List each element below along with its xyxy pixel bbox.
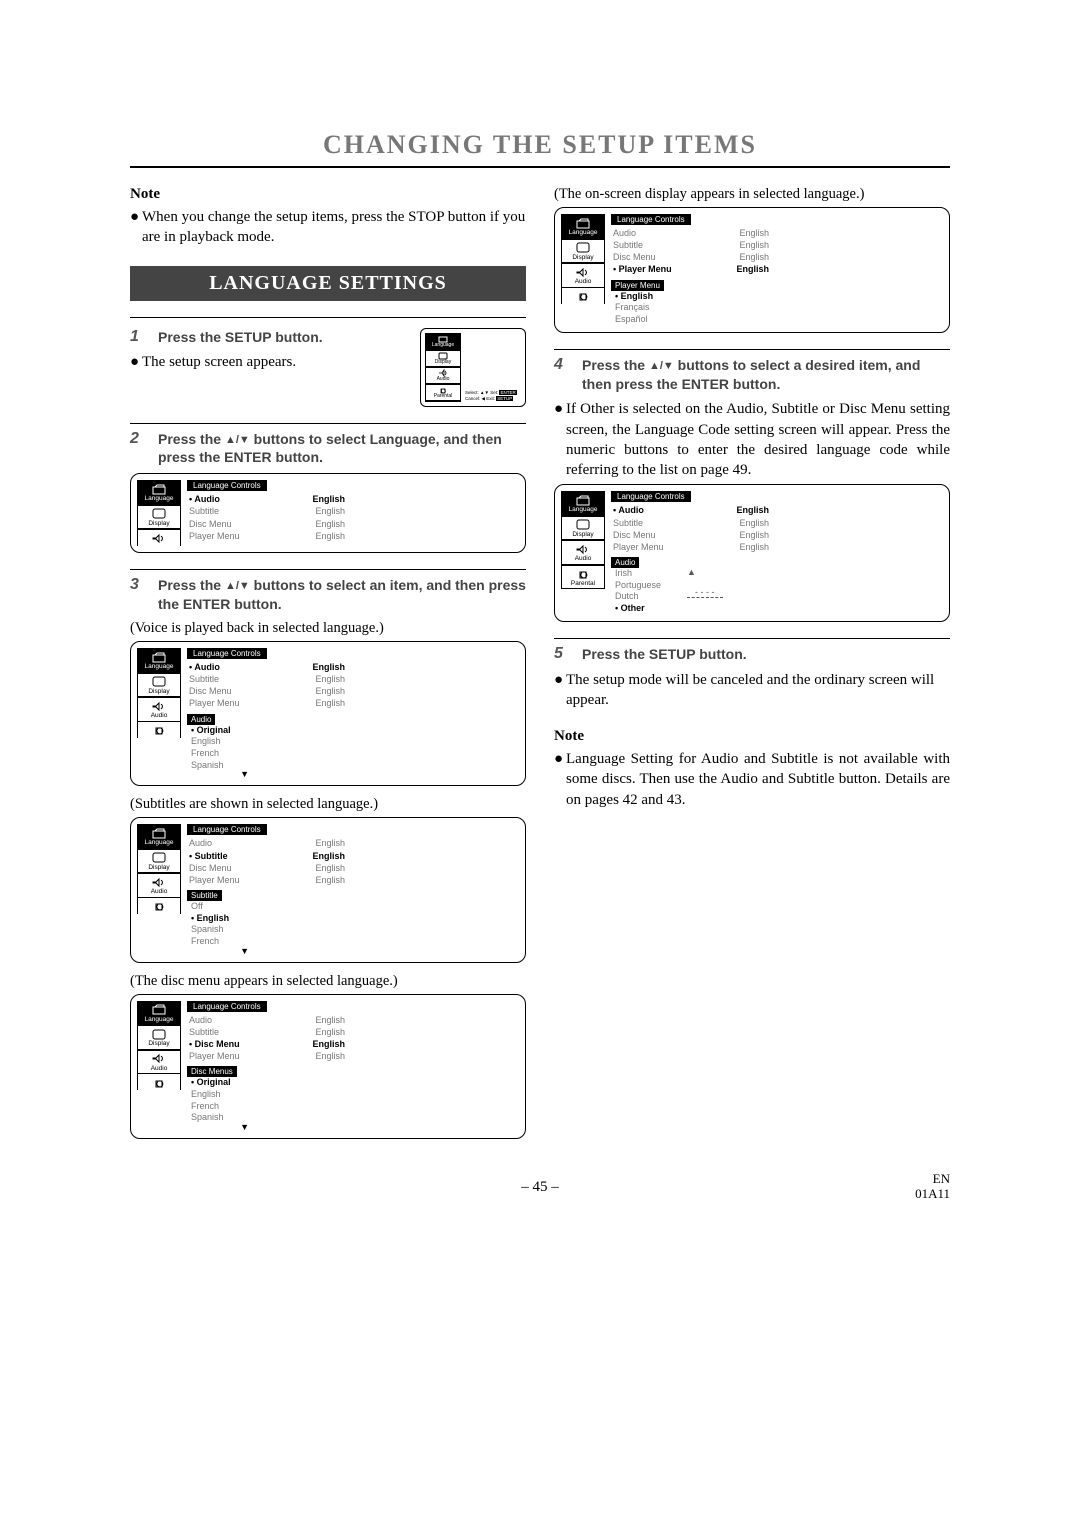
- appears-text: The setup screen appears.: [142, 352, 410, 372]
- step-1: 1 Press the SETUP button.: [130, 328, 410, 347]
- step-4: 4 Press the ▲/▼ buttons to select a desi…: [554, 356, 950, 394]
- osd-language-basic: Language Display Language Controls • Aud…: [130, 473, 526, 553]
- osd-playermenu: Language Display Audio Language Controls…: [554, 207, 950, 333]
- osd-discmenu: Language Display Audio Language Controls…: [130, 994, 526, 1139]
- cancel-bullet: ● The setup mode will be canceled and th…: [554, 670, 950, 711]
- up-down-icon: ▲/▼: [225, 580, 250, 592]
- step-5-text: Press the SETUP button.: [582, 645, 950, 664]
- page-number: – 45 –: [130, 1179, 950, 1196]
- intro-bullet: ● When you change the setup items, press…: [130, 207, 526, 248]
- nav-display: Display: [137, 505, 181, 531]
- note-heading: Note: [130, 186, 526, 203]
- nav-language: Language: [137, 480, 181, 505]
- up-down-icon: ▲/▼: [225, 434, 250, 446]
- left-column: Note ● When you change the setup items, …: [130, 178, 526, 1149]
- language-settings-banner: LANGUAGE SETTINGS: [130, 266, 526, 301]
- step-3-text: Press the ▲/▼ buttons to select an item,…: [158, 576, 526, 614]
- mini-setup-figure: Language Display Audio Parental Select: …: [420, 328, 526, 407]
- note-bullet-text: Language Setting for Audio and Subtitle …: [566, 749, 950, 810]
- footer-code: EN01A11: [915, 1171, 950, 1202]
- step-3: 3 Press the ▲/▼ buttons to select an ite…: [130, 576, 526, 614]
- step-5: 5 Press the SETUP button.: [554, 645, 950, 664]
- osd-other: Language Display Audio Parental Language…: [554, 484, 950, 621]
- step-4-text: Press the ▲/▼ buttons to select a desire…: [582, 356, 950, 394]
- caption-subtitle: (Subtitles are shown in selected languag…: [130, 796, 526, 813]
- intro-bullet-text: When you change the setup items, press t…: [142, 207, 526, 248]
- title-rule: [130, 166, 950, 168]
- osd-subtitle: Language Display Audio Language Controls…: [130, 817, 526, 962]
- step-1-text: Press the SETUP button.: [158, 328, 410, 347]
- nav-audio: [137, 530, 181, 546]
- caption-voice: (Voice is played back in selected langua…: [130, 620, 526, 637]
- step-2-num: 2: [130, 430, 148, 468]
- appears-bullet: ● The setup screen appears.: [130, 352, 410, 372]
- right-column: (The on-screen display appears in select…: [554, 178, 950, 1149]
- step-5-num: 5: [554, 645, 572, 664]
- other-bullet: ● If Other is selected on the Audio, Sub…: [554, 399, 950, 480]
- other-text: If Other is selected on the Audio, Subti…: [566, 399, 950, 480]
- page-title: CHANGING THE SETUP ITEMS: [130, 130, 950, 160]
- step-4-num: 4: [554, 356, 572, 394]
- step-3-num: 3: [130, 576, 148, 614]
- caption-discmenu: (The disc menu appears in selected langu…: [130, 973, 526, 990]
- step-2: 2 Press the ▲/▼ buttons to select Langua…: [130, 430, 526, 468]
- osd-title: Language Controls: [187, 480, 267, 491]
- up-down-icon: ▲/▼: [649, 360, 674, 372]
- step-1-num: 1: [130, 328, 148, 347]
- caption-onscreen: (The on-screen display appears in select…: [554, 186, 950, 203]
- note-bullet: ● Language Setting for Audio and Subtitl…: [554, 749, 950, 810]
- step-2-text: Press the ▲/▼ buttons to select Language…: [158, 430, 526, 468]
- osd-audio: Language Display Audio Language Controls…: [130, 641, 526, 786]
- note-heading-2: Note: [554, 728, 950, 745]
- cancel-text: The setup mode will be canceled and the …: [566, 670, 950, 711]
